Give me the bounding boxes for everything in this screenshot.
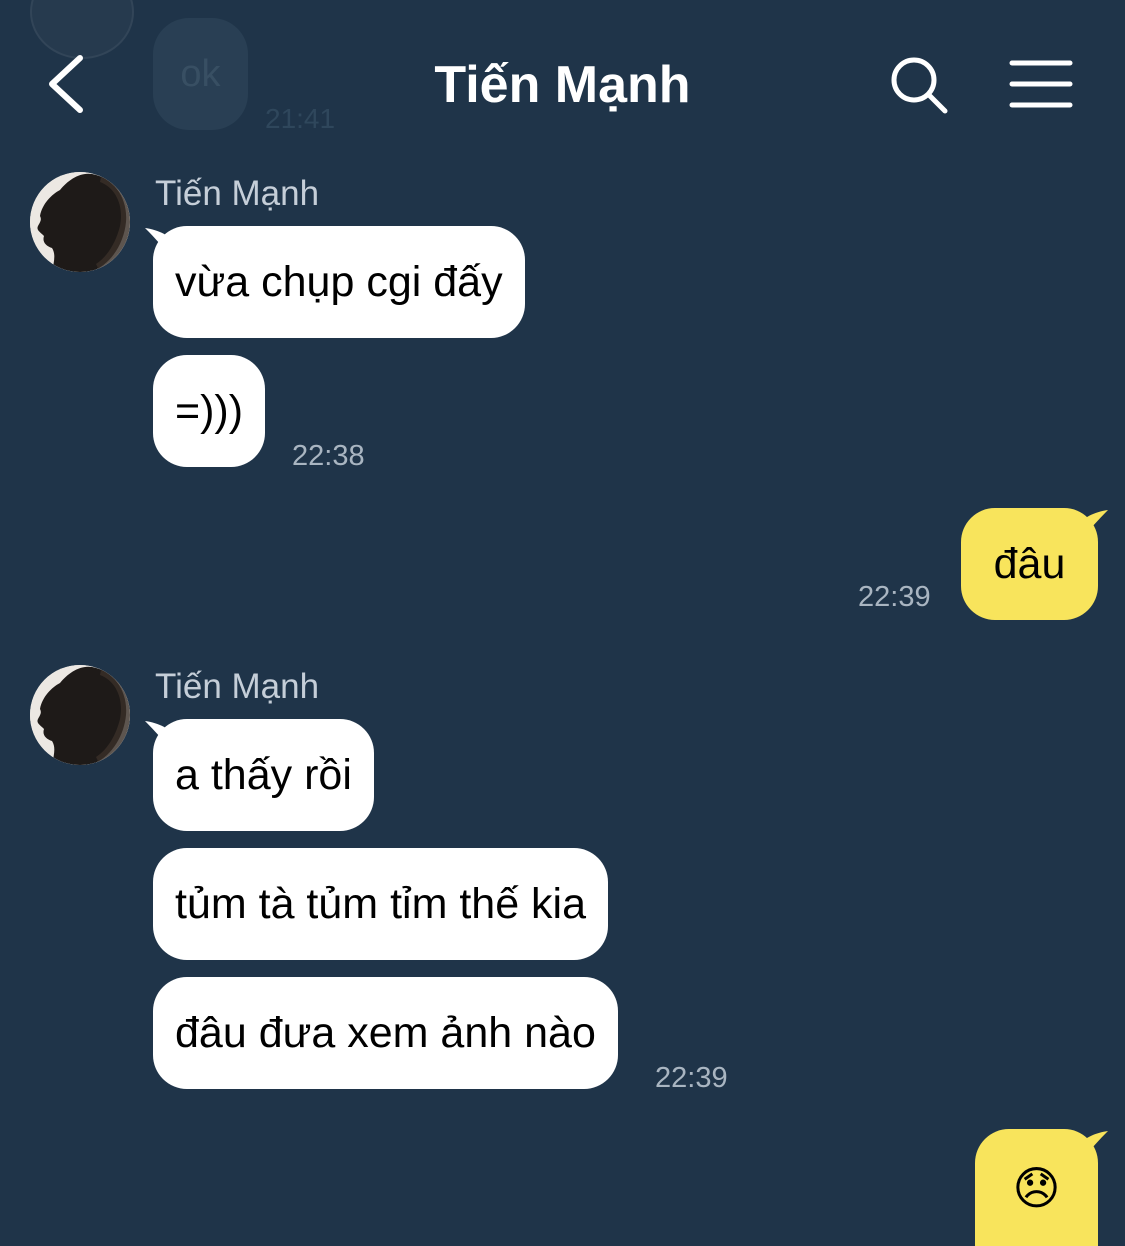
chat-title: Tiến Mạnh: [434, 56, 691, 114]
profile-silhouette-icon: [30, 172, 130, 272]
message-bubble[interactable]: tủm tà tủm tỉm thế kia: [153, 848, 609, 960]
avatar[interactable]: [30, 172, 130, 272]
avatar[interactable]: [30, 665, 130, 765]
message-time: 22:38: [292, 440, 365, 472]
bubble-tail: [1078, 1131, 1108, 1165]
message-bubble[interactable]: a thấy rồi: [153, 719, 374, 831]
chat-header: ok 21:41 Tiến Mạnh: [0, 0, 1125, 150]
message-time: 22:39: [655, 1062, 728, 1094]
message-text: đâu đưa xem ảnh nào: [175, 1009, 596, 1057]
sender-name: Tiến Mạnh: [155, 667, 320, 706]
disappointed-face-emoji: 😞: [1012, 1161, 1061, 1214]
message-text: đâu: [993, 540, 1066, 588]
bubble-tail: [1078, 510, 1108, 544]
profile-silhouette-icon: [30, 665, 130, 765]
message-bubble[interactable]: vừa chụp cgi đấy: [153, 226, 525, 338]
search-icon[interactable]: [888, 54, 950, 116]
message-bubble[interactable]: đâu đưa xem ảnh nào: [153, 977, 618, 1089]
message-time: 22:39: [858, 581, 931, 613]
previous-avatar: [30, 0, 134, 59]
message-text: =))): [175, 387, 244, 435]
message-text: tủm tà tủm tỉm thế kia: [175, 880, 587, 928]
message-text: a thấy rồi: [175, 751, 352, 799]
message-bubble[interactable]: =))): [153, 355, 266, 467]
hamburger-menu-icon[interactable]: [1008, 58, 1074, 110]
message-text: vừa chụp cgi đấy: [175, 258, 503, 306]
sender-name: Tiến Mạnh: [155, 174, 320, 213]
